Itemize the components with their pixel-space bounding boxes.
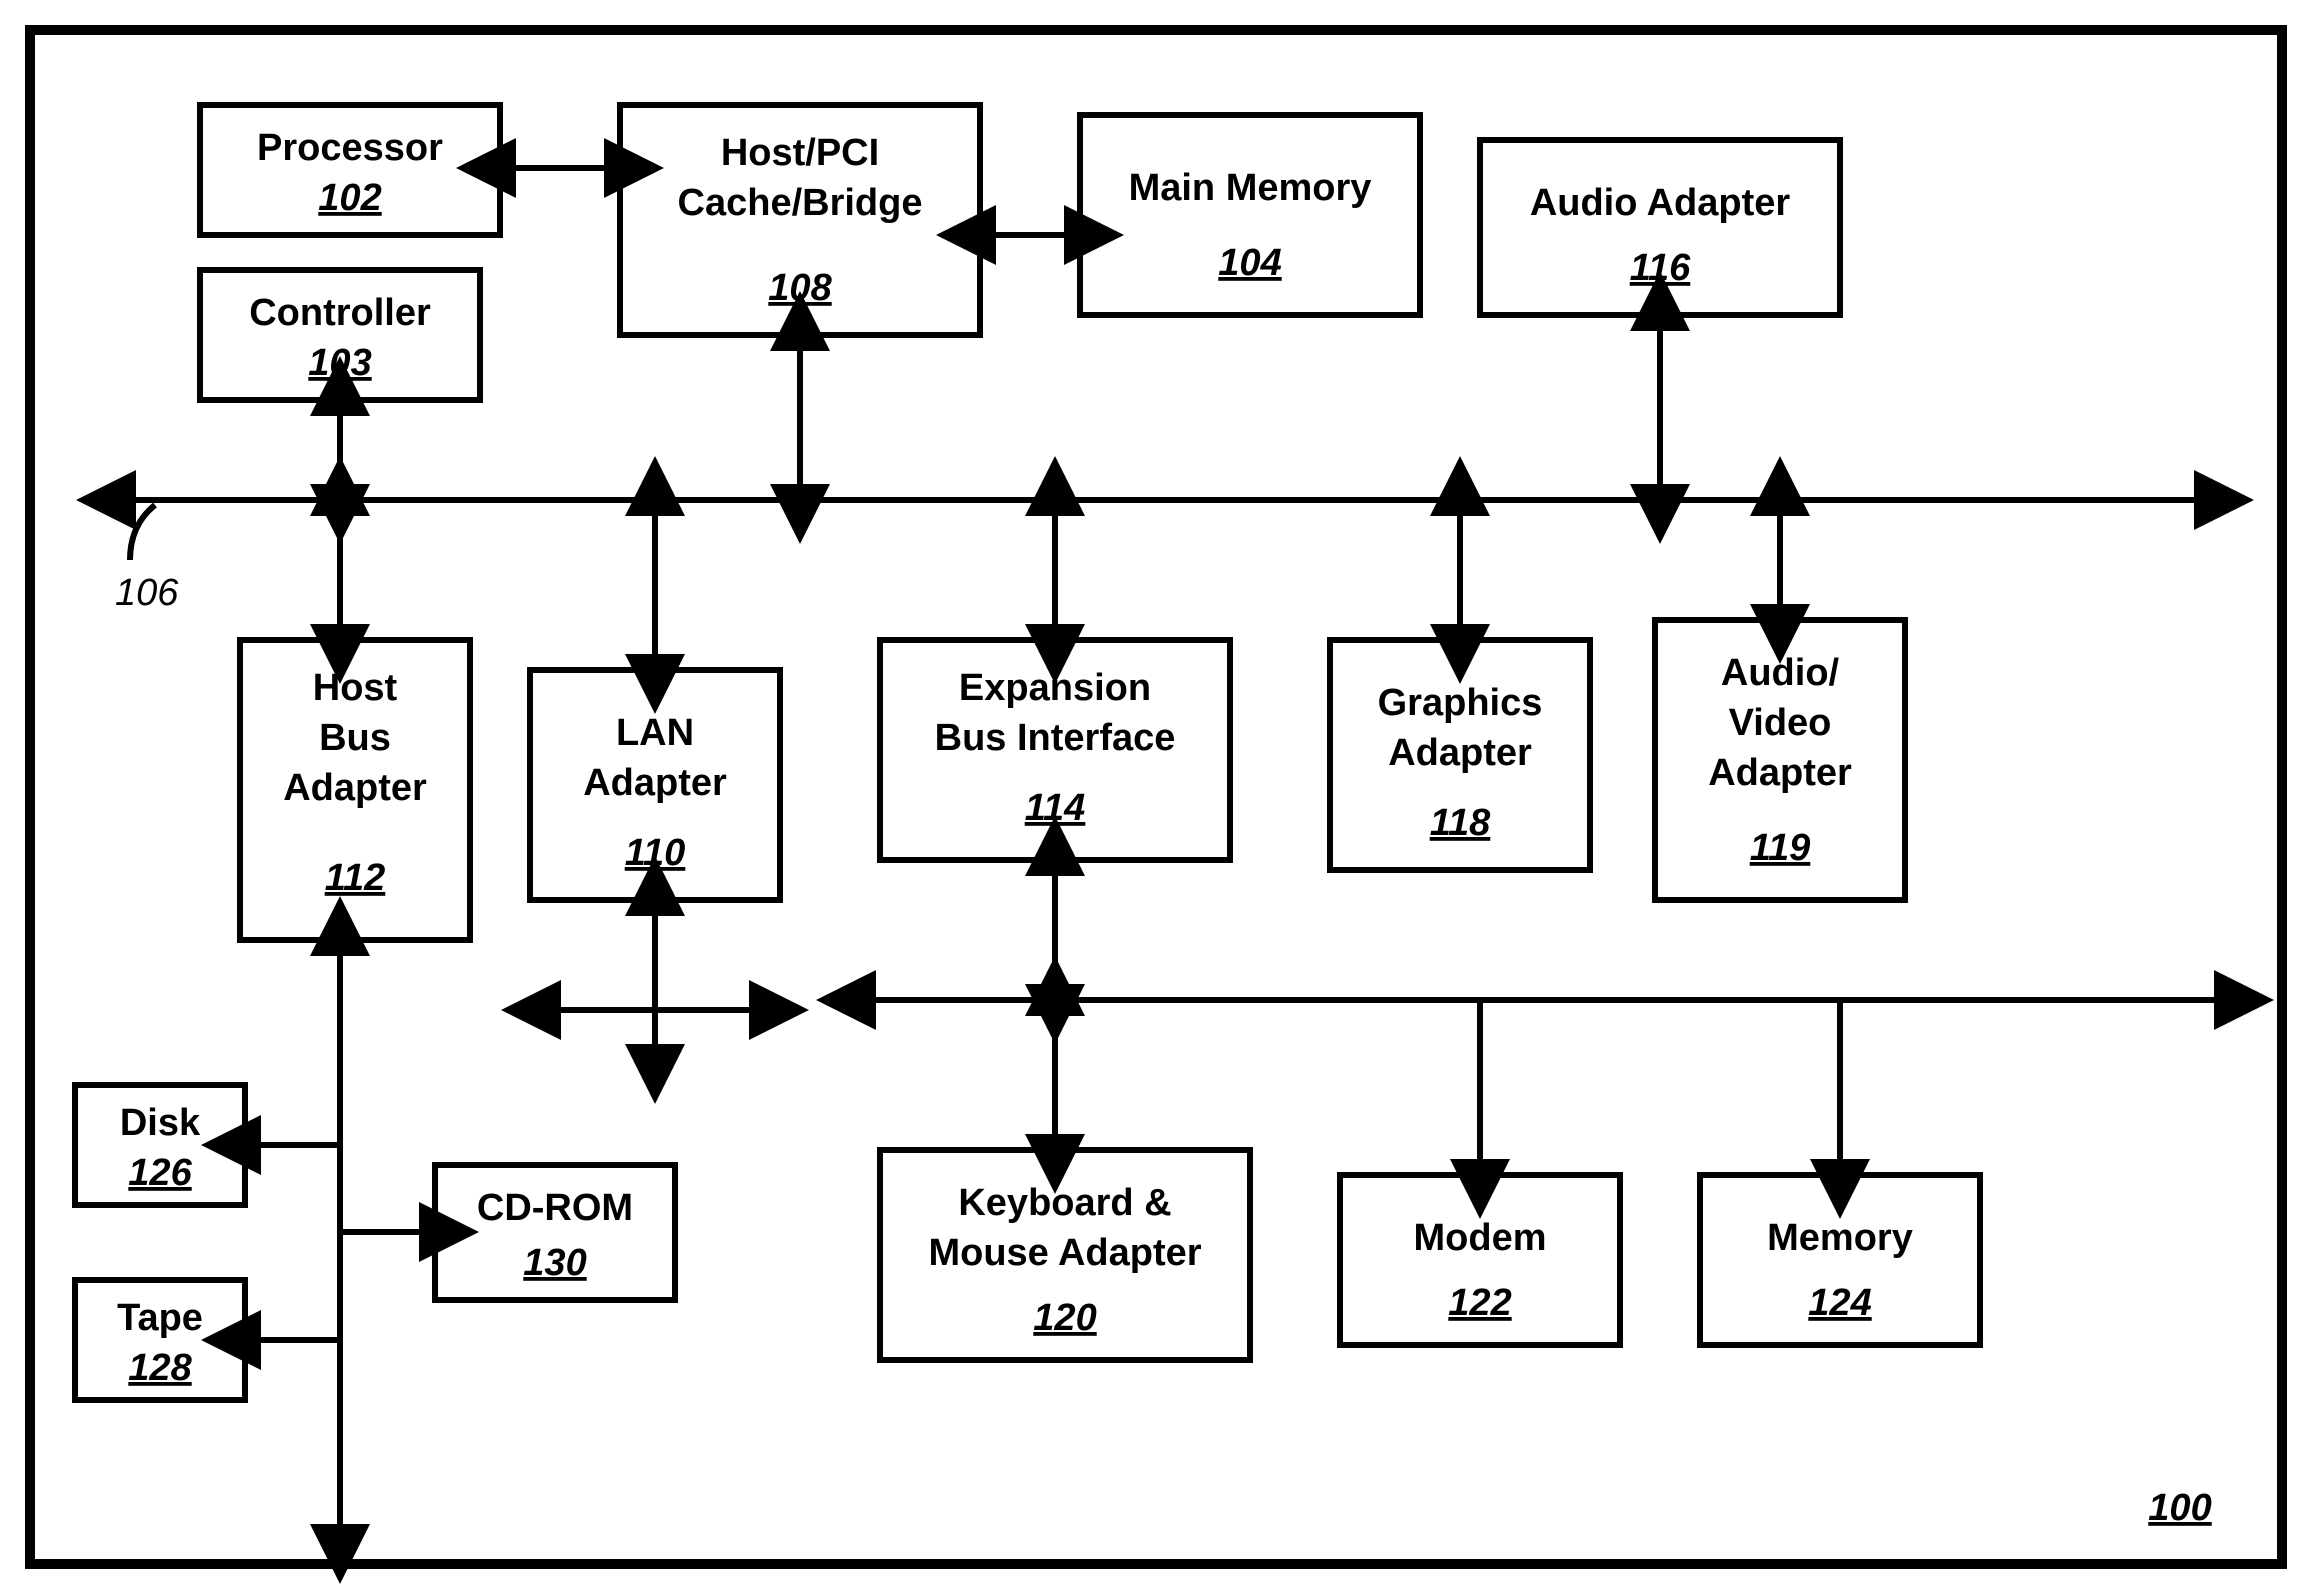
kbm-line1: Keyboard & [958,1182,1171,1224]
lan-line2: Adapter [583,762,727,804]
audio-adapter-ref: 116 [1630,247,1691,289]
graphics-line1: Graphics [1378,682,1543,724]
main-memory-label: Main Memory [1129,167,1372,209]
kbm-ref: 120 [1033,1297,1096,1339]
processor-ref: 102 [318,177,381,219]
processor-label: Processor [257,127,443,169]
block-graphics-adapter: Graphics Adapter 118 [1330,640,1590,870]
memory-ref: 124 [1808,1282,1871,1324]
block-memory: Memory 124 [1700,1175,1980,1345]
block-disk: Disk 126 [75,1085,245,1205]
lan-ref: 110 [625,832,686,874]
main-memory-ref: 104 [1218,242,1281,284]
graphics-line2: Adapter [1388,732,1532,774]
block-kbm: Keyboard & Mouse Adapter 120 [880,1150,1250,1360]
block-audio-adapter: Audio Adapter 116 [1480,140,1840,315]
system-ref: 100 [2148,1487,2211,1529]
host-bus-line2: Bus [319,717,391,759]
block-modem: Modem 122 [1340,1175,1620,1345]
expansion-line1: Expansion [959,667,1151,709]
memory-label: Memory [1767,1217,1913,1259]
expansion-ref: 114 [1025,787,1086,829]
kbm-line2: Mouse Adapter [928,1232,1201,1274]
av-line3: Adapter [1708,752,1852,794]
block-cdrom: CD-ROM 130 [435,1165,675,1300]
tape-ref: 128 [128,1347,192,1389]
block-tape: Tape 128 [75,1280,245,1400]
block-host-bus-adapter: Host Bus Adapter 112 [240,640,470,940]
graphics-ref: 118 [1430,802,1491,844]
bridge-line1: Host/PCI [721,132,879,174]
modem-label: Modem [1414,1217,1547,1259]
disk-ref: 126 [128,1152,192,1194]
block-lan-adapter: LAN Adapter 110 [530,670,780,900]
controller-label: Controller [249,292,431,334]
host-bus-ref: 112 [325,857,386,899]
av-line1: Audio/ [1721,652,1840,694]
block-bridge: Host/PCI Cache/Bridge 108 [620,105,980,335]
tape-label: Tape [117,1297,203,1339]
block-expansion: Expansion Bus Interface 114 [880,640,1230,860]
expansion-line2: Bus Interface [935,717,1176,759]
modem-ref: 122 [1448,1282,1511,1324]
bus-ref: 106 [115,572,179,614]
host-bus-line1: Host [313,667,398,709]
controller-ref: 103 [308,342,371,384]
av-ref: 119 [1750,827,1811,869]
block-av-adapter: Audio/ Video Adapter 119 [1655,620,1905,900]
bridge-line2: Cache/Bridge [678,182,923,224]
audio-adapter-label: Audio Adapter [1530,182,1791,224]
block-diagram: 100 Processor 102 Controller 103 Host/PC… [0,0,2312,1594]
cdrom-label: CD-ROM [477,1187,633,1229]
block-controller: Controller 103 [200,270,480,400]
host-bus-line3: Adapter [283,767,427,809]
cdrom-ref: 130 [523,1242,586,1284]
bridge-ref: 108 [768,267,832,309]
block-main-memory: Main Memory 104 [1080,115,1420,315]
block-processor: Processor 102 [200,105,500,235]
lan-line1: LAN [616,712,694,754]
av-line2: Video [1729,702,1832,744]
disk-label: Disk [120,1102,201,1144]
